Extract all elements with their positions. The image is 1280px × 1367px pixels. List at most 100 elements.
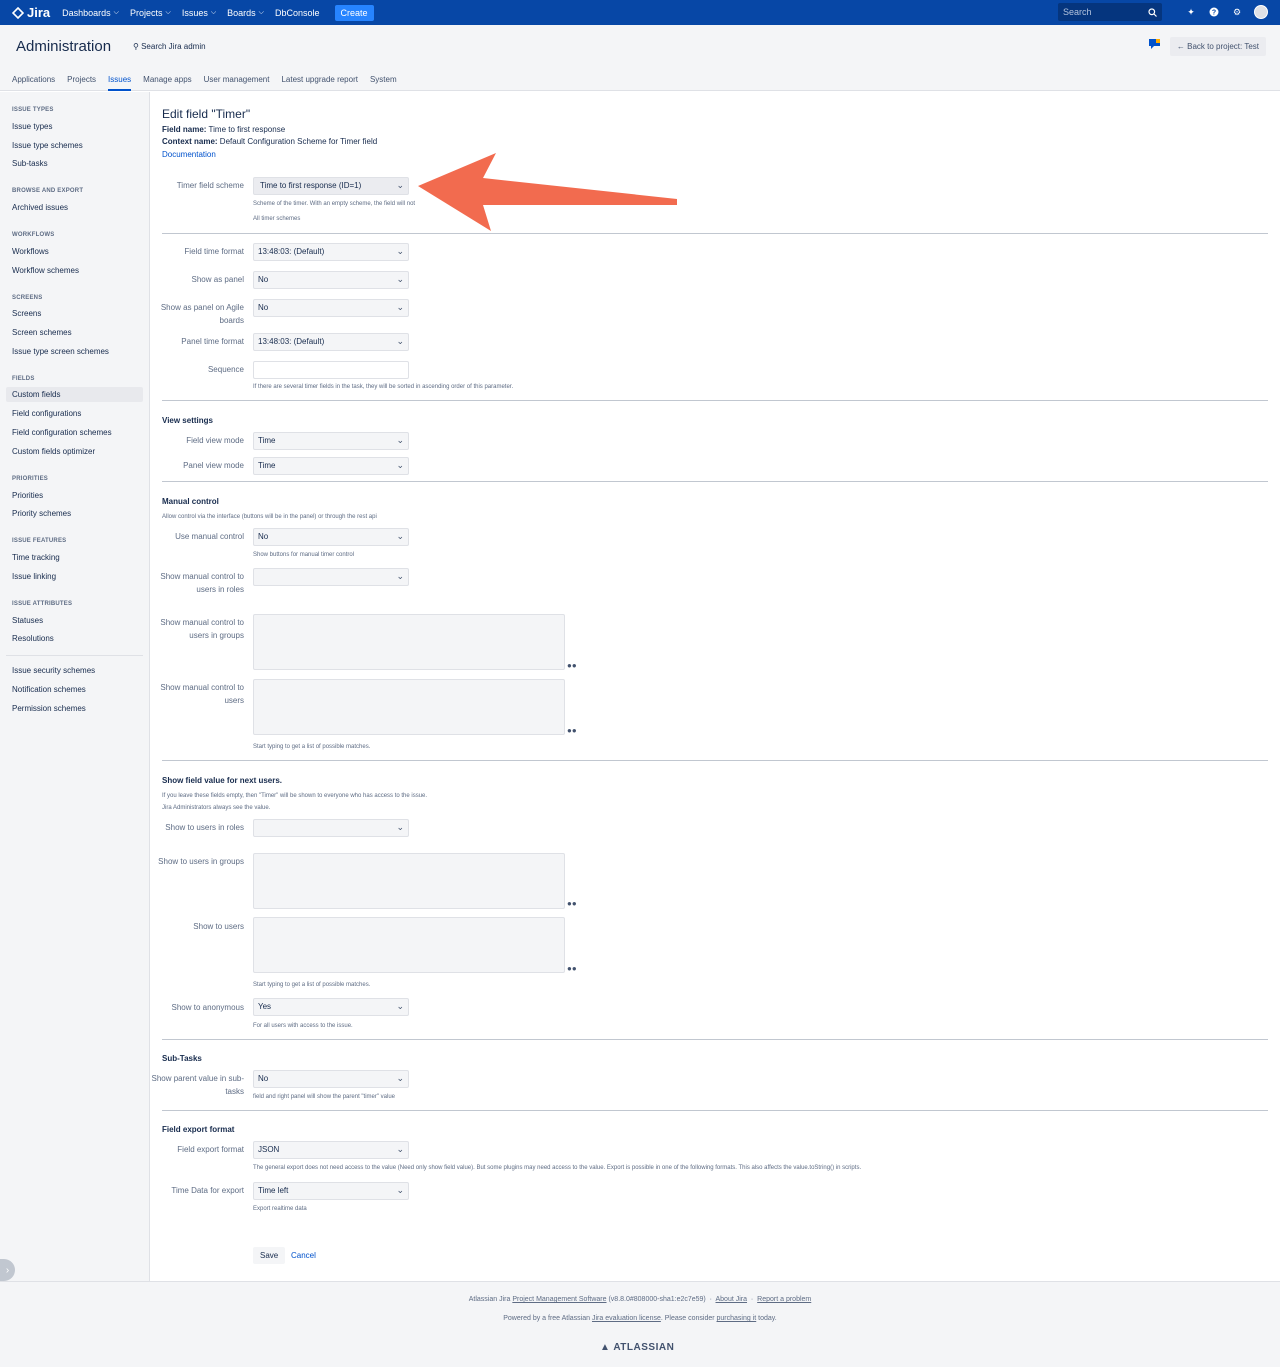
show-as-panel-value: No	[258, 275, 269, 284]
manual-users-textarea[interactable]	[253, 679, 565, 735]
sidebar-item-screen-schemes[interactable]: Screen schemes	[12, 328, 72, 337]
documentation-link[interactable]: Documentation	[162, 150, 216, 159]
sidebar-heading-priorities: PRIORITIES	[12, 476, 49, 482]
admin-search-link[interactable]: ⚲ Search Jira admin	[133, 42, 206, 51]
cancel-button[interactable]: Cancel	[291, 1247, 316, 1264]
show-field-value-heading: Show field value for next users.	[162, 776, 283, 785]
section-divider	[162, 481, 1268, 482]
show-as-panel-select[interactable]: No ⌄	[253, 271, 409, 289]
sidebar-item-custom-fields[interactable]: Custom fields	[6, 387, 143, 402]
sidebar-item-custom-fields-optimizer[interactable]: Custom fields optimizer	[12, 447, 95, 456]
sidebar-item-issue-linking[interactable]: Issue linking	[12, 572, 56, 581]
panel-time-format-select[interactable]: 13:48:03: (Default) ⌄	[253, 333, 409, 351]
global-search-input[interactable]: Search	[1058, 3, 1162, 21]
footer-today: today.	[758, 1315, 777, 1322]
sidebar-item-priorities[interactable]: Priorities	[12, 491, 43, 500]
sequence-input[interactable]	[253, 361, 409, 379]
footer-report-problem-link[interactable]: Report a problem	[757, 1296, 811, 1303]
annotation-arrow-icon	[418, 153, 677, 231]
manual-roles-select[interactable]: ⌄	[253, 568, 409, 586]
nav-boards-label: Boards	[227, 7, 256, 18]
time-export-hint: Export realtime data	[253, 1206, 307, 1212]
footer-about-link[interactable]: About Jira	[716, 1296, 748, 1303]
tab-manage-apps[interactable]: Manage apps	[143, 75, 191, 91]
sidebar-item-notification-schemes[interactable]: Notification schemes	[12, 685, 86, 694]
sidebar-item-permission-schemes[interactable]: Permission schemes	[12, 704, 86, 713]
time-export-select[interactable]: Time left ⌄	[253, 1182, 409, 1200]
top-navigation: Jira Dashboards ⌵ Projects ⌵ Issues ⌵ Board…	[0, 0, 1280, 25]
nav-projects[interactable]: Projects ⌵	[130, 8, 171, 18]
sidebar-item-issue-types[interactable]: Issue types	[12, 122, 52, 131]
sidebar-item-field-configuration-schemes[interactable]: Field configuration schemes	[12, 428, 112, 437]
tab-system[interactable]: System	[370, 75, 397, 91]
feedback-icon[interactable]	[1149, 39, 1160, 49]
time-export-value: Time left	[258, 1186, 289, 1195]
field-time-format-select[interactable]: 13:48:03: (Default) ⌄	[253, 243, 409, 261]
footer-consider: . Please consider	[660, 1315, 715, 1322]
admin-tabs: Applications Projects Issues Manage apps…	[12, 75, 409, 91]
timer-scheme-hint: Scheme of the timer. With an empty schem…	[253, 201, 416, 207]
nav-dbconsole[interactable]: DbConsole	[275, 8, 320, 18]
nav-issues[interactable]: Issues ⌵	[182, 8, 216, 18]
sidebar-item-issue-security-schemes[interactable]: Issue security schemes	[12, 666, 95, 675]
gear-icon[interactable]: ⚙	[1231, 6, 1243, 18]
show-roles-select[interactable]: ⌄	[253, 819, 409, 837]
use-manual-control-select[interactable]: No ⌄	[253, 528, 409, 546]
field-view-mode-select[interactable]: Time ⌄	[253, 432, 409, 450]
sidebar-item-field-configurations[interactable]: Field configurations	[12, 409, 81, 418]
footer-pm-software-link[interactable]: Project Management Software	[512, 1296, 606, 1303]
tab-latest-upgrade-report[interactable]: Latest upgrade report	[281, 75, 358, 91]
nav-issues-label: Issues	[181, 7, 208, 18]
sidebar-item-statuses[interactable]: Statuses	[12, 616, 43, 625]
nav-dbconsole-label: DbConsole	[274, 7, 320, 18]
show-anonymous-select[interactable]: Yes ⌄	[253, 998, 409, 1016]
sidebar-item-time-tracking[interactable]: Time tracking	[12, 553, 60, 562]
parent-value-select[interactable]: No ⌄	[253, 1070, 409, 1088]
timer-field-scheme-select[interactable]: Time to first response (ID=1) ⌄	[253, 177, 409, 195]
user-picker-icon[interactable]: ●●	[567, 726, 577, 735]
nav-dashboards[interactable]: Dashboards ⌵	[62, 8, 119, 18]
show-groups-textarea[interactable]	[253, 853, 565, 909]
sidebar-item-issue-type-schemes[interactable]: Issue type schemes	[12, 141, 83, 150]
chevron-down-icon: ⌄	[396, 460, 404, 470]
notifications-icon[interactable]: ✦	[1185, 6, 1197, 18]
sidebar-divider	[6, 655, 143, 656]
nav-dashboards-label: Dashboards	[62, 7, 111, 18]
footer-purchase-link[interactable]: purchasing it	[717, 1315, 757, 1322]
sidebar-item-workflows[interactable]: Workflows	[12, 247, 49, 256]
user-picker-icon[interactable]: ●●	[567, 964, 577, 973]
jira-logo[interactable]: Jira	[12, 5, 50, 20]
sidebar-item-resolutions[interactable]: Resolutions	[12, 634, 54, 643]
user-avatar[interactable]	[1254, 5, 1268, 19]
back-to-project-button[interactable]: ← Back to project: Test	[1169, 37, 1266, 56]
sidebar-item-sub-tasks[interactable]: Sub-tasks	[12, 159, 48, 168]
create-button[interactable]: Create	[334, 4, 374, 21]
show-users-textarea[interactable]	[253, 917, 565, 973]
chevron-down-icon: ⌄	[396, 274, 404, 284]
sidebar-item-priority-schemes[interactable]: Priority schemes	[12, 509, 71, 518]
group-picker-icon[interactable]: ●●	[567, 661, 577, 670]
footer-license-link[interactable]: Jira evaluation license	[592, 1315, 661, 1322]
chevron-down-icon: ⌄	[396, 1001, 404, 1011]
sidebar-item-archived-issues[interactable]: Archived issues	[12, 203, 68, 212]
all-timer-schemes-link[interactable]: All timer schemes	[253, 216, 300, 222]
show-panel-agile-select[interactable]: No ⌄	[253, 299, 409, 317]
tab-issues[interactable]: Issues	[108, 75, 132, 91]
save-button[interactable]: Save	[253, 1247, 286, 1264]
export-format-select[interactable]: JSON ⌄	[253, 1141, 409, 1159]
tab-user-management[interactable]: User management	[204, 75, 270, 91]
tab-applications[interactable]: Applications	[12, 75, 55, 91]
manual-groups-textarea[interactable]	[253, 614, 565, 670]
sidebar-heading-issue-attributes: ISSUE ATTRIBUTES	[12, 601, 73, 607]
help-icon[interactable]: ?	[1208, 6, 1220, 18]
sidebar-item-screens[interactable]: Screens	[12, 309, 41, 318]
tab-projects[interactable]: Projects	[67, 75, 96, 91]
nav-boards[interactable]: Boards ⌵	[227, 8, 264, 18]
panel-view-mode-select[interactable]: Time ⌄	[253, 457, 409, 475]
sidebar-heading-fields: FIELDS	[12, 376, 35, 382]
group-picker-icon[interactable]: ●●	[567, 899, 577, 908]
sidebar-item-workflow-schemes[interactable]: Workflow schemes	[12, 266, 79, 275]
manual-groups-label: Show manual control to users in groups	[160, 618, 244, 640]
sidebar-item-issue-type-screen-schemes[interactable]: Issue type screen schemes	[12, 347, 109, 356]
atlassian-logo[interactable]: ▲ ATLASSIAN	[600, 1342, 674, 1353]
